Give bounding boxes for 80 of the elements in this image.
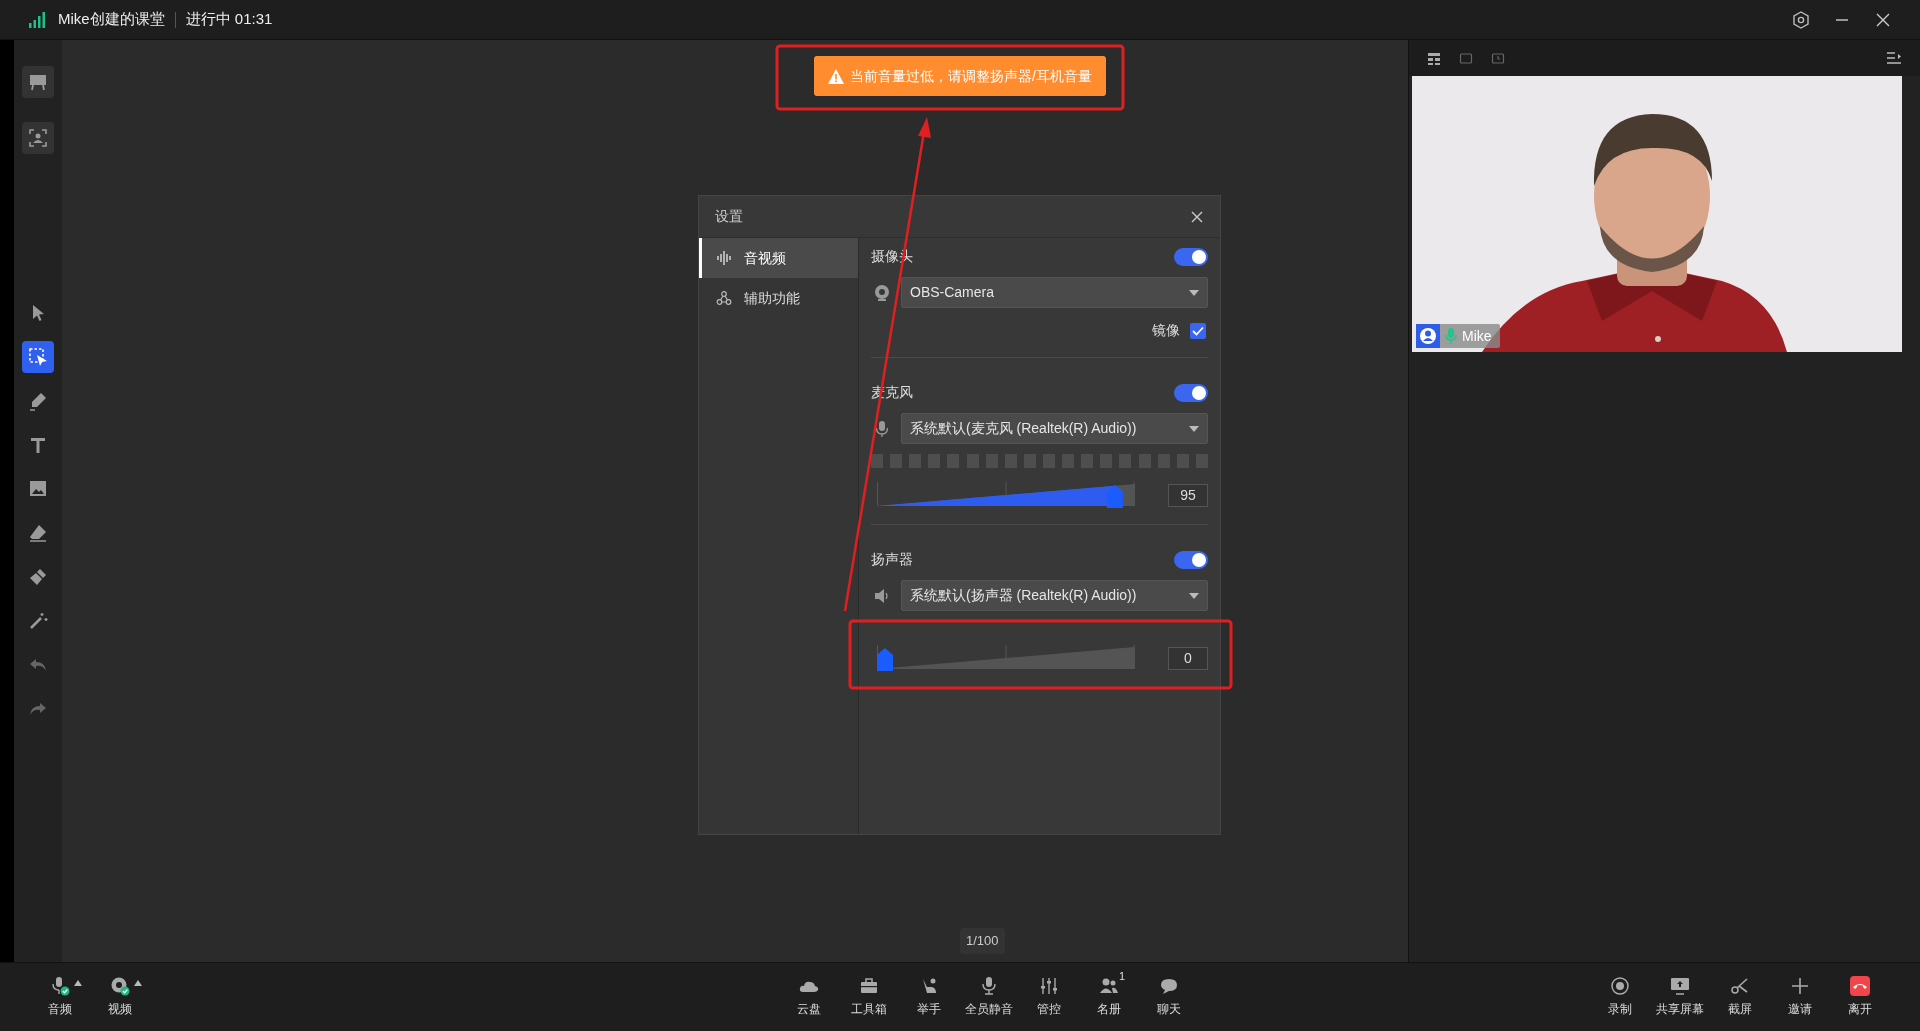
selection-tool[interactable] <box>22 341 54 373</box>
page-indicator: 1/100 <box>960 928 1005 954</box>
network-icon <box>716 290 732 306</box>
volume-slider[interactable] <box>877 482 1135 508</box>
class-status: 进行中 01:31 <box>185 9 273 30</box>
mirror-checkbox[interactable] <box>1190 322 1206 339</box>
share-screen-icon <box>1670 976 1690 996</box>
signal-icon <box>28 11 46 28</box>
toolbox-icon <box>859 976 879 996</box>
record-button[interactable]: 录制 <box>1590 976 1650 1018</box>
whiteboard-tool[interactable] <box>22 66 54 98</box>
webcam-icon <box>873 283 891 302</box>
collapse-panel-button[interactable] <box>1886 51 1902 65</box>
chat-icon <box>1159 976 1179 996</box>
grid-view-icon <box>1427 50 1441 66</box>
participant-name: Mike <box>1462 326 1492 346</box>
list-arrow-icon <box>1886 51 1902 65</box>
phone-hangup-icon <box>1850 976 1870 996</box>
slider-thumb[interactable] <box>1106 485 1123 508</box>
user-icon <box>1416 324 1440 348</box>
microphone-button[interactable]: 全员静音 <box>959 976 1019 1018</box>
scissors-icon <box>1730 976 1750 996</box>
audio-wave-icon <box>716 250 732 266</box>
slider-thumb[interactable] <box>877 648 893 671</box>
pen-icon <box>27 390 49 412</box>
toggle-switch[interactable] <box>1174 383 1208 402</box>
volume-slider[interactable] <box>877 645 1135 671</box>
mirror-label: 镜像 <box>1152 321 1180 340</box>
caret-icon <box>74 980 82 986</box>
device-select[interactable]: 系统默认(扬声器 (Realtek(R) Audio)) <box>901 580 1208 611</box>
microphone-icon <box>873 419 891 438</box>
caret-icon <box>134 980 142 986</box>
caret-icon <box>1189 592 1199 599</box>
settings-button[interactable] <box>1792 10 1810 29</box>
microphone-icon <box>50 976 70 996</box>
person-frame-icon <box>27 127 49 149</box>
share-screen-button[interactable]: 共享屏幕 <box>1650 976 1710 1018</box>
speaker-icon <box>873 586 891 605</box>
toggle-switch[interactable] <box>1174 247 1208 266</box>
device-select[interactable]: OBS-Camera <box>901 277 1208 308</box>
sliders-icon <box>1039 976 1059 996</box>
eraser-icon <box>27 522 49 544</box>
hand-button[interactable]: 举手 <box>899 976 959 1018</box>
volume-value: 0 <box>1168 646 1208 670</box>
chat-button[interactable]: 聊天 <box>1139 976 1199 1018</box>
people-icon <box>1099 976 1119 996</box>
sliders-button[interactable]: 管控 <box>1019 976 1079 1018</box>
room-title: Mike创建的课堂 <box>58 9 165 30</box>
record-icon <box>1610 976 1630 996</box>
volume-value: 95 <box>1168 483 1208 507</box>
close-icon <box>1190 209 1204 224</box>
close-button[interactable] <box>1190 209 1204 224</box>
toolbox-button[interactable]: 工具箱 <box>839 976 899 1018</box>
warning-icon <box>828 68 844 84</box>
grid-view-button[interactable] <box>1427 50 1441 66</box>
check-icon <box>1192 325 1204 336</box>
camera-icon <box>110 976 130 996</box>
section-title: 扬声器 <box>871 550 913 569</box>
microphone-icon <box>1444 327 1458 345</box>
phone-hangup-button[interactable]: 离开 <box>1830 976 1890 1018</box>
count-label: 1 <box>1118 969 1125 984</box>
settings-nav-item[interactable]: 音视频 <box>699 238 858 278</box>
microphone-button[interactable]: 音频 <box>30 976 90 1018</box>
plus-icon <box>1790 976 1810 996</box>
device-select[interactable]: 系统默认(麦克风 (Realtek(R) Audio)) <box>901 413 1208 444</box>
scissors-button[interactable]: 截屏 <box>1710 976 1770 1018</box>
warning-text: 当前音量过低，请调整扬声器/耳机音量 <box>850 66 1092 86</box>
selection-icon <box>27 346 49 368</box>
minimize-icon <box>1836 18 1848 21</box>
dialog-title: 设置 <box>715 207 743 226</box>
settings-icon <box>1792 10 1810 29</box>
person-frame-tool[interactable] <box>22 122 54 154</box>
camera-button[interactable]: 视频 <box>90 976 150 1018</box>
settings-nav-item[interactable]: 辅助功能 <box>699 278 858 318</box>
caret-icon <box>1189 289 1199 296</box>
toggle-switch[interactable] <box>1174 550 1208 569</box>
microphone-icon <box>979 976 999 996</box>
cloud-button[interactable]: 云盘 <box>779 976 839 1018</box>
caret-icon <box>1189 425 1199 432</box>
plus-button[interactable]: 邀请 <box>1770 976 1830 1018</box>
